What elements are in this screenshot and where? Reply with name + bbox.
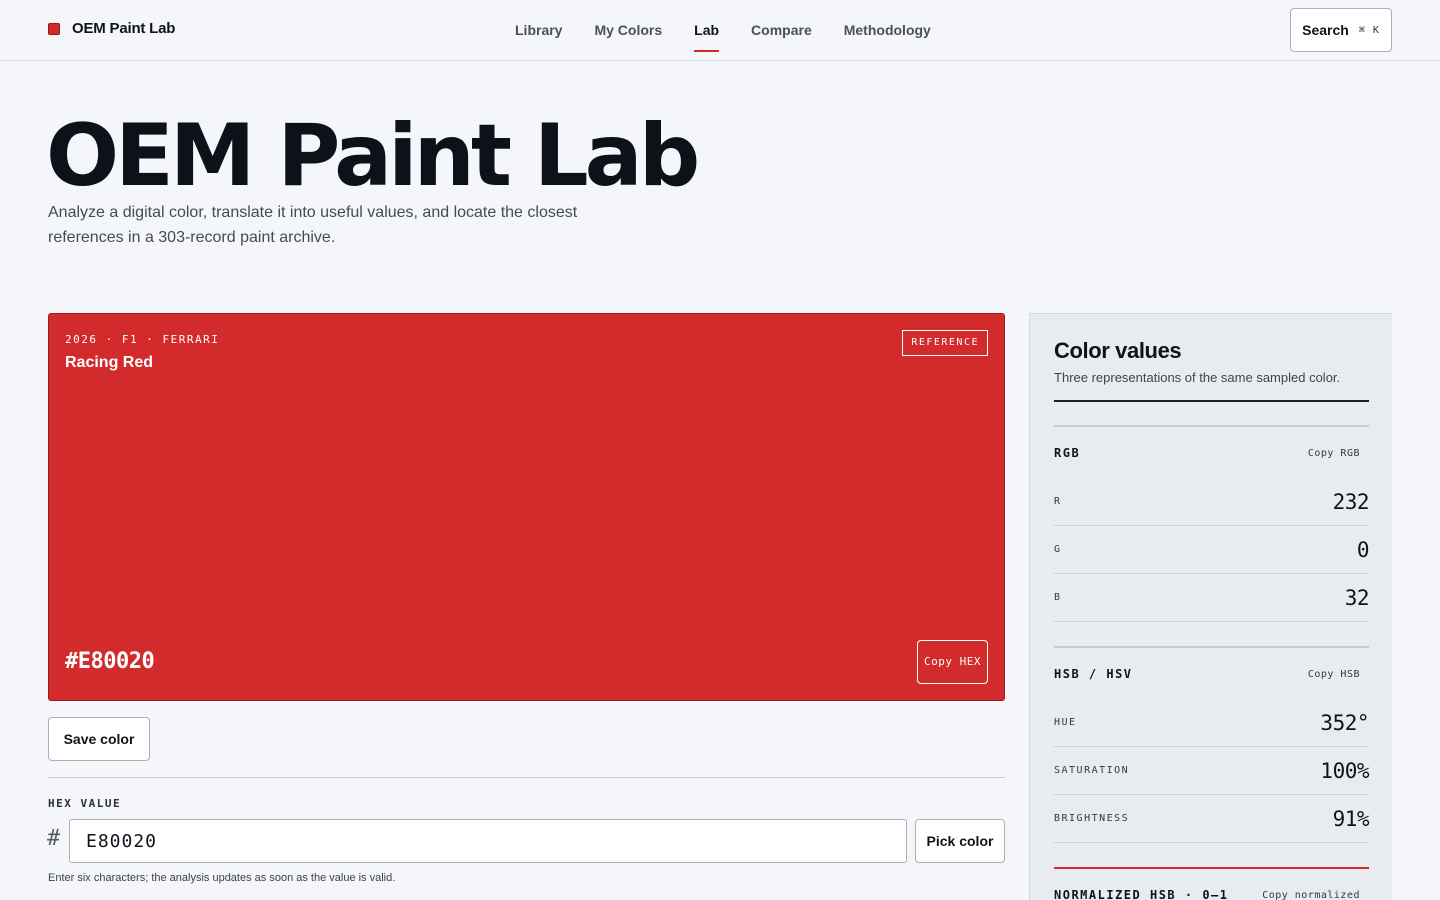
page-subtitle: Analyze a digital color, translate it in… (48, 204, 578, 246)
brand[interactable]: OEM Paint Lab (48, 20, 175, 37)
value-label: SATURATION (1054, 765, 1130, 776)
value-label: HUE (1054, 717, 1077, 728)
copy-hex-button[interactable]: Copy HEX (917, 640, 988, 684)
panel-rule (1054, 400, 1369, 402)
rgb-row-g: G 0 (1054, 526, 1370, 574)
value-number: 0 (1356, 537, 1370, 562)
color-values-panel: Color values Three representations of th… (1029, 313, 1392, 900)
brand-logo-icon (48, 22, 60, 35)
group-divider (1054, 646, 1369, 648)
reference-badge: REFERENCE (902, 330, 988, 356)
hsb-row-hue: HUE 352° (1054, 699, 1369, 747)
rgb-group-header: RGB Copy RGB (1054, 446, 1369, 460)
page-title: OEM Paint Lab (46, 106, 700, 206)
hsb-group-header: HSB / HSV Copy HSB (1054, 667, 1369, 681)
save-color-button[interactable]: Save color (48, 717, 150, 761)
copy-rgb-button[interactable]: Copy RGB (1308, 448, 1360, 459)
pick-color-button[interactable]: Pick color (915, 819, 1005, 863)
panel-subtitle: Three representations of the same sample… (1054, 370, 1341, 385)
main-nav: Library My Colors Lab Compare Methodolog… (515, 0, 931, 60)
brand-name: OEM Paint Lab (72, 20, 176, 37)
value-label: BRIGHTNESS (1054, 813, 1130, 824)
value-label: B (1054, 592, 1062, 603)
normalized-group-name: NORMALIZED HSB · 0–1 (1054, 888, 1229, 900)
value-number: 32 (1344, 585, 1370, 610)
normalized-group-header: NORMALIZED HSB · 0–1 Copy normalized (1054, 888, 1369, 900)
value-number: 352° (1320, 710, 1369, 735)
nav-item-methodology[interactable]: Methodology (844, 0, 931, 60)
hex-value-label: HEX VALUE (48, 797, 122, 810)
swatch-hex-value: #E80020 (65, 649, 155, 674)
value-number: 91% (1332, 806, 1370, 831)
copy-hsb-button[interactable]: Copy HSB (1308, 669, 1360, 680)
rgb-row-r: R 232 (1054, 478, 1370, 526)
value-number: 232 (1332, 489, 1370, 514)
color-swatch: 2026 · F1 · FERRARI Racing Red REFERENCE… (48, 313, 1005, 701)
hex-hint: Enter six characters; the analysis updat… (48, 872, 396, 884)
nav-item-my-colors[interactable]: My Colors (594, 0, 662, 60)
value-label: R (1054, 496, 1062, 507)
top-navigation-bar: OEM Paint Lab Library My Colors Lab Comp… (0, 0, 1440, 61)
search-label: Search (1302, 22, 1349, 38)
hsb-row-saturation: SATURATION 100% (1054, 747, 1369, 795)
divider (48, 777, 1005, 778)
nav-item-lab[interactable]: Lab (694, 0, 719, 60)
group-divider (1054, 425, 1369, 427)
search-button[interactable]: Search ⌘ K (1290, 8, 1392, 52)
copy-normalized-button[interactable]: Copy normalized (1262, 890, 1360, 900)
swatch-color-name: Racing Red (65, 354, 154, 371)
hash-prefix: # (47, 826, 61, 851)
hex-value-input[interactable] (69, 819, 907, 863)
rgb-row-b: B 32 (1054, 574, 1370, 622)
swatch-meta: 2026 · F1 · FERRARI (65, 333, 220, 346)
group-divider-accent (1054, 867, 1369, 869)
nav-item-library[interactable]: Library (515, 0, 562, 60)
rgb-group-name: RGB (1054, 446, 1081, 460)
hsb-row-brightness: BRIGHTNESS 91% (1054, 795, 1370, 843)
hsb-group-name: HSB / HSV (1054, 667, 1133, 681)
panel-title: Color values (1054, 338, 1182, 363)
nav-item-compare[interactable]: Compare (751, 0, 812, 60)
value-label: G (1054, 544, 1062, 555)
search-shortcut: ⌘ K (1358, 24, 1380, 36)
value-number: 100% (1320, 758, 1369, 783)
